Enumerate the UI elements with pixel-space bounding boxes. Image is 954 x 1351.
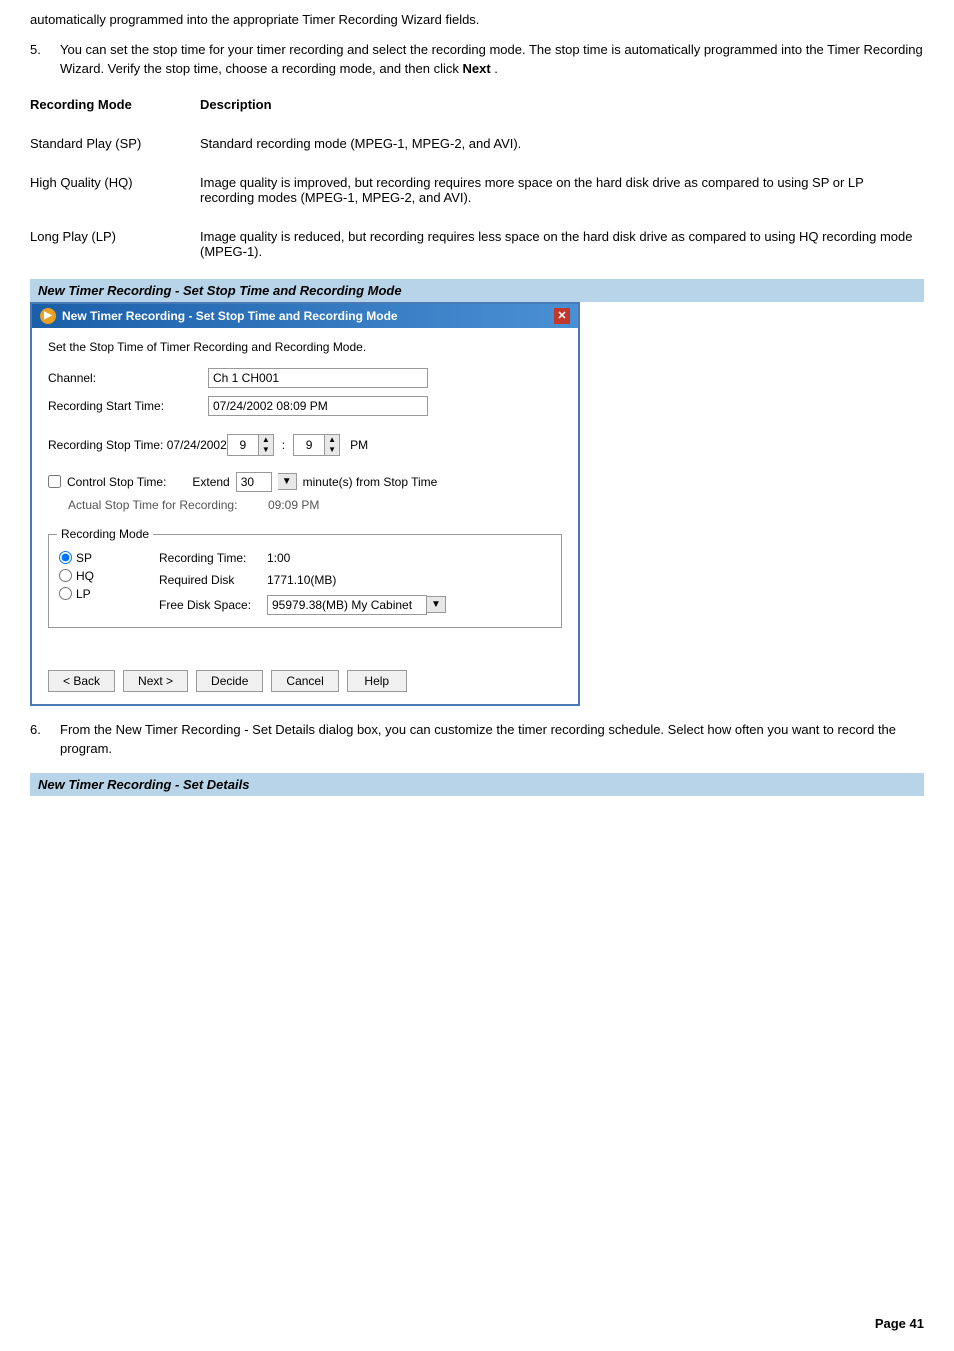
mode-sp-radio[interactable] [59, 551, 72, 564]
stop-minute-up[interactable]: ▲ [325, 435, 339, 445]
table-row-hq: High Quality (HQ) Image quality is impro… [30, 169, 924, 211]
actual-stop-value: 09:09 PM [268, 498, 319, 512]
stop-minute-arrows: ▲ ▼ [324, 435, 339, 455]
control-stop-row: Control Stop Time: Extend ▼ minute(s) fr… [48, 472, 562, 492]
mode-lp-radio[interactable] [59, 587, 72, 600]
table-spacer-1 [30, 118, 924, 130]
free-disk-dropdown-btn[interactable]: ▼ [427, 596, 446, 613]
dialog-titlebar: ▶ New Timer Recording - Set Stop Time an… [32, 304, 578, 328]
free-disk-input[interactable] [267, 595, 427, 615]
stop-hour-up[interactable]: ▲ [259, 435, 273, 445]
step6-item: 6. From the New Timer Recording - Set De… [30, 720, 924, 759]
table-header-row: Recording Mode Description [30, 91, 924, 118]
table-row-sp: Standard Play (SP) Standard recording mo… [30, 130, 924, 157]
required-disk-row: Required Disk 1771.10(MB) [159, 573, 446, 587]
start-time-row: Recording Start Time: [48, 396, 562, 416]
step5-text-after: . [491, 61, 498, 76]
control-stop-label: Control Stop Time: [67, 475, 166, 489]
stop-time-spinbox-group: ▲ ▼ : ▲ ▼ PM [227, 434, 368, 456]
start-time-input[interactable] [208, 396, 428, 416]
stop-minute-spinbox[interactable]: ▲ ▼ [293, 434, 340, 456]
step6-content: From the New Timer Recording - Set Detai… [60, 720, 924, 759]
page-number: Page 41 [875, 1316, 924, 1331]
actual-stop-label: Actual Stop Time for Recording: [68, 498, 268, 512]
start-time-label: Recording Start Time: [48, 399, 208, 413]
cancel-button[interactable]: Cancel [271, 670, 338, 692]
stop-minute-down[interactable]: ▼ [325, 445, 339, 455]
dialog-wrapper: ▶ New Timer Recording - Set Stop Time an… [30, 302, 580, 706]
mode-lp-radio-item: LP [59, 587, 139, 601]
mode-lp-label: LP [76, 587, 91, 601]
mode-left: SP HQ LP [59, 551, 139, 619]
stop-time-row: Recording Stop Time: 07/24/2002 ▲ ▼ : ▲ … [48, 434, 562, 456]
stop-ampm: PM [350, 438, 368, 452]
extend-row: Extend ▼ minute(s) from Stop Time [192, 472, 437, 492]
mode-row-outer: SP HQ LP Recording Time: 1:00 [59, 543, 551, 619]
extend-dropdown-btn[interactable]: ▼ [278, 473, 297, 490]
free-disk-dropdown: ▼ [267, 595, 446, 615]
col-desc-header: Description [200, 91, 924, 118]
dialog-body: Set the Stop Time of Timer Recording and… [32, 328, 578, 704]
table-spacer-3 [30, 211, 924, 223]
extend-suffix: minute(s) from Stop Time [303, 475, 438, 489]
stop-hour-spinbox[interactable]: ▲ ▼ [227, 434, 274, 456]
table-row-lp: Long Play (LP) Image quality is reduced,… [30, 223, 924, 265]
channel-label: Channel: [48, 371, 208, 385]
dialog-app-icon: ▶ [40, 308, 56, 324]
table-spacer-2 [30, 157, 924, 169]
dialog-title-text: New Timer Recording - Set Stop Time and … [62, 309, 398, 323]
stop-hour-down[interactable]: ▼ [259, 445, 273, 455]
recording-mode-table: Recording Mode Description Standard Play… [30, 91, 924, 265]
next-button[interactable]: Next > [123, 670, 188, 692]
decide-button[interactable]: Decide [196, 670, 263, 692]
mode-sp-label: SP [76, 551, 92, 565]
mode-sp: Standard Play (SP) [30, 130, 200, 157]
step6-number: 6. [30, 720, 60, 759]
dialog-title-left: ▶ New Timer Recording - Set Stop Time an… [40, 308, 398, 324]
help-button[interactable]: Help [347, 670, 407, 692]
required-disk-label: Required Disk [159, 573, 259, 587]
col-mode-header: Recording Mode [30, 91, 200, 118]
step5-content: You can set the stop time for your timer… [60, 40, 924, 79]
mode-hq: High Quality (HQ) [30, 169, 200, 211]
mode-right: Recording Time: 1:00 Required Disk 1771.… [159, 551, 446, 619]
step5-number: 5. [30, 40, 60, 79]
section-banner-1: New Timer Recording - Set Stop Time and … [30, 279, 924, 302]
recording-mode-legend: Recording Mode [57, 527, 153, 541]
required-disk-value: 1771.10(MB) [267, 573, 336, 587]
stop-hour-input[interactable] [228, 437, 258, 453]
desc-lp: Image quality is reduced, but recording … [200, 223, 924, 265]
section-banner-2: New Timer Recording - Set Details [30, 773, 924, 796]
desc-hq: Image quality is improved, but recording… [200, 169, 924, 211]
dialog-close-button[interactable]: ✕ [554, 308, 570, 324]
channel-row: Channel: [48, 368, 562, 388]
desc-sp: Standard recording mode (MPEG-1, MPEG-2,… [200, 130, 924, 157]
dialog-buttons: < Back Next > Decide Cancel Help [48, 660, 562, 692]
control-stop-checkbox[interactable] [48, 475, 61, 488]
free-disk-row: Free Disk Space: ▼ [159, 595, 446, 615]
mode-lp: Long Play (LP) [30, 223, 200, 265]
mode-sp-radio-item: SP [59, 551, 139, 565]
time-colon: : [282, 438, 285, 452]
stop-hour-arrows: ▲ ▼ [258, 435, 273, 455]
actual-stop-row: Actual Stop Time for Recording: 09:09 PM [68, 498, 562, 512]
mode-hq-label: HQ [76, 569, 94, 583]
recording-time-value: 1:00 [267, 551, 290, 565]
extend-label: Extend [192, 475, 229, 489]
dialog-subtitle: Set the Stop Time of Timer Recording and… [48, 340, 562, 354]
back-button[interactable]: < Back [48, 670, 115, 692]
free-disk-label: Free Disk Space: [159, 598, 259, 612]
channel-input[interactable] [208, 368, 428, 388]
stop-time-label: Recording Stop Time: 07/24/2002 [48, 438, 227, 452]
recording-time-row: Recording Time: 1:00 [159, 551, 446, 565]
step5-bold: Next [462, 61, 490, 76]
mode-hq-radio-item: HQ [59, 569, 139, 583]
recording-mode-group: Recording Mode SP HQ LP [48, 534, 562, 628]
intro-text: automatically programmed into the approp… [30, 10, 924, 30]
extend-value-input[interactable] [236, 472, 272, 492]
stop-minute-input[interactable] [294, 437, 324, 453]
recording-time-label: Recording Time: [159, 551, 259, 565]
mode-hq-radio[interactable] [59, 569, 72, 582]
